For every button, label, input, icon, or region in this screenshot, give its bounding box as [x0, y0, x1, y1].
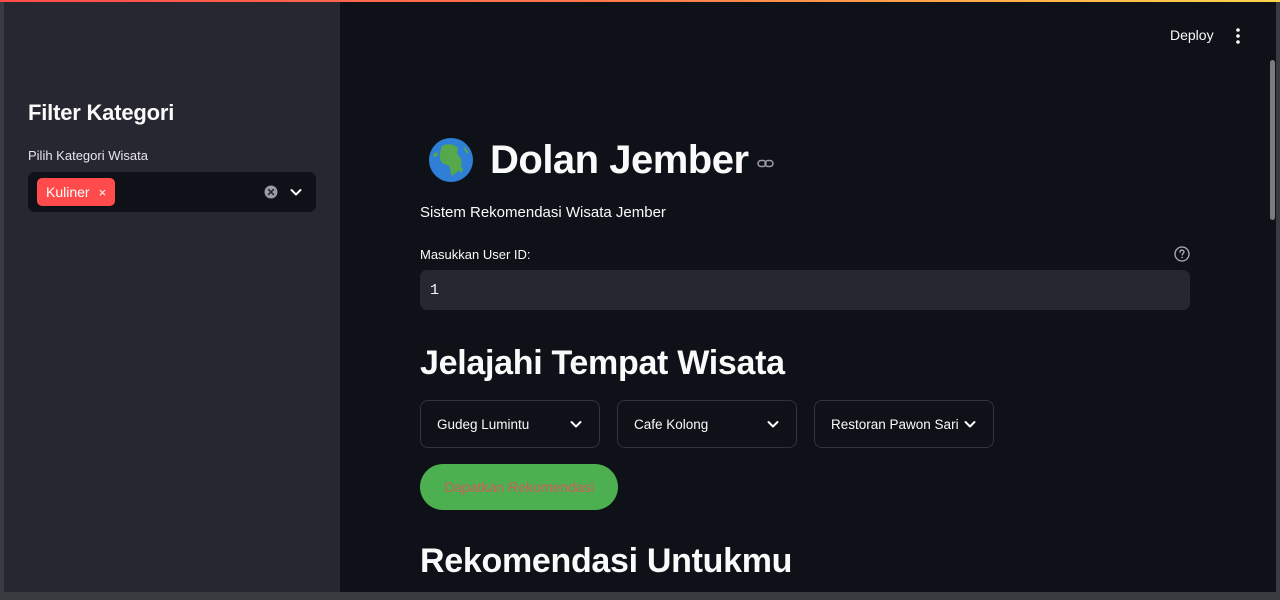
page-title: Dolan Jember: [490, 137, 749, 182]
place-select-1[interactable]: Gudeg Lumintu: [420, 400, 600, 448]
explore-heading: Jelajahi Tempat Wisata: [420, 344, 785, 382]
place-select-3[interactable]: Restoran Pawon Sari: [814, 400, 994, 448]
place-select-1-value: Gudeg Lumintu: [437, 416, 530, 432]
chevron-down-icon: [964, 421, 976, 428]
place-select-3-value: Restoran Pawon Sari: [831, 416, 959, 432]
link-icon[interactable]: [756, 155, 774, 172]
kebab-menu-icon[interactable]: [1233, 26, 1243, 46]
clear-circle-icon[interactable]: [264, 185, 278, 199]
user-id-label: Masukkan User ID:: [420, 247, 531, 262]
place-select-2[interactable]: Cafe Kolong: [617, 400, 797, 448]
main-scrollbar[interactable]: [1270, 60, 1275, 220]
page-subtitle: Sistem Rekomendasi Wisata Jember: [420, 204, 666, 221]
sidebar: Filter Kategori Pilih Kategori Wisata Ku…: [4, 2, 340, 592]
chip-label: Kuliner: [46, 184, 90, 200]
sidebar-title: Filter Kategori: [28, 100, 175, 125]
selected-category-chip: Kuliner ×: [37, 178, 116, 206]
page-title-row: Dolan Jember: [428, 134, 774, 186]
category-label: Pilih Kategori Wisata: [28, 148, 148, 163]
chip-remove-icon[interactable]: ×: [99, 186, 107, 199]
question-circle-icon[interactable]: [1174, 246, 1190, 262]
chevron-down-icon: [570, 421, 582, 428]
chevron-down-icon: [767, 421, 779, 428]
get-recommendation-button[interactable]: Dapatkan Rekomendasi: [420, 464, 618, 510]
user-id-input[interactable]: [420, 270, 1190, 310]
top-decoration-bar: [0, 0, 1280, 2]
place-select-2-value: Cafe Kolong: [634, 416, 709, 432]
chevron-down-icon[interactable]: [289, 185, 303, 199]
app-window: Filter Kategori Pilih Kategori Wisata Ku…: [4, 2, 1276, 592]
deploy-button[interactable]: Deploy: [1170, 27, 1214, 43]
recommendations-heading: Rekomendasi Untukmu: [420, 542, 793, 580]
category-multiselect[interactable]: Kuliner ×: [28, 172, 316, 212]
globe-africa-icon: [429, 138, 473, 182]
